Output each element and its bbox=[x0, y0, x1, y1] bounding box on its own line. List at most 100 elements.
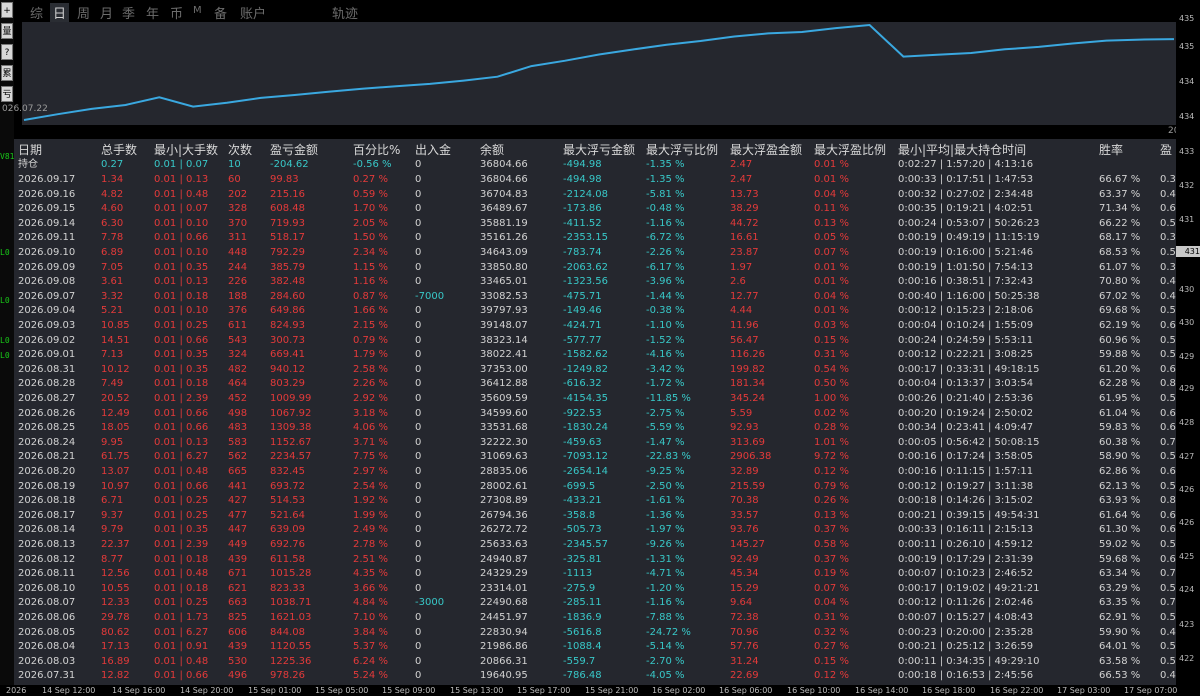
table-cell: 39797.93 bbox=[480, 305, 528, 317]
table-cell: 8.77 bbox=[101, 553, 124, 565]
table-cell: 803.29 bbox=[270, 378, 305, 390]
period-tab[interactable]: 月 bbox=[100, 3, 113, 22]
left-indicator-label: L0 bbox=[0, 248, 10, 257]
table-cell: 671 bbox=[228, 568, 248, 580]
table-header-cell: 日期 bbox=[18, 143, 43, 157]
left-indicator-label: L0 bbox=[0, 351, 10, 360]
left-tool-button[interactable]: ? bbox=[1, 44, 13, 60]
period-tab[interactable]: 综 bbox=[30, 3, 43, 22]
table-row: 2026.08.20 13.07 0.01 | 0.48 665 832.45 2.97 … bbox=[14, 464, 1176, 479]
table-cell: 1.16 % bbox=[353, 276, 388, 288]
left-tool-button[interactable]: 亏 bbox=[1, 86, 13, 102]
table-cell: 62.91 % bbox=[1099, 612, 1141, 623]
table-cell: 9.79 bbox=[101, 524, 124, 536]
table-cell: 0.01 | 0.18 bbox=[154, 290, 209, 302]
price-axis-label: 426 bbox=[1179, 518, 1195, 527]
table-cell: -494.98 bbox=[563, 159, 602, 170]
table-row: 2026.08.27 20.52 0.01 | 2.39 452 1009.99 2.92… bbox=[14, 391, 1176, 406]
table-cell: 2.26 % bbox=[353, 378, 388, 390]
table-cell: -7000 bbox=[415, 290, 445, 302]
price-axis-label: 433 bbox=[1179, 147, 1195, 156]
table-cell: -22.83 % bbox=[646, 451, 691, 463]
table-cell: 44.72 bbox=[730, 217, 759, 229]
table-cell: 0.6 bbox=[1160, 553, 1176, 565]
period-tab[interactable]: 季 bbox=[122, 3, 135, 22]
table-cell: 4.06 % bbox=[353, 422, 388, 434]
table-cell: 608.48 bbox=[270, 203, 305, 215]
table-cell: -4.16 % bbox=[646, 349, 685, 361]
table-row: 2026.09.11 7.78 0.01 | 0.66 311 518.17 1.50 %… bbox=[14, 230, 1176, 245]
table-cell: -358.8 bbox=[563, 509, 596, 521]
left-tool-button[interactable]: + bbox=[1, 2, 13, 18]
table-cell: -5.14 % bbox=[646, 641, 685, 653]
table-cell: 1309.38 bbox=[270, 422, 312, 434]
period-tab[interactable]: M bbox=[193, 5, 202, 16]
period-tab[interactable]: 备 bbox=[214, 3, 227, 22]
period-tab[interactable]: 周 bbox=[77, 3, 90, 22]
table-cell: 9.37 bbox=[101, 509, 124, 521]
table-cell: 0.7 bbox=[1160, 597, 1176, 609]
table-cell: 0.4 bbox=[1160, 670, 1176, 682]
table-cell: 0.5 bbox=[1160, 247, 1176, 258]
left-tool-button[interactable]: 累 bbox=[1, 65, 13, 81]
table-cell: 0 bbox=[415, 276, 422, 288]
table-cell: 0 bbox=[415, 480, 422, 492]
table-cell: 0 bbox=[415, 641, 422, 653]
period-tab[interactable]: 账户 bbox=[240, 3, 266, 22]
table-row: 2026.08.12 8.77 0.01 | 0.18 439 611.58 2.51 %… bbox=[14, 552, 1176, 567]
table-cell: 0:00:33 | 0:16:11 | 2:15:13 bbox=[898, 524, 1034, 536]
table-cell: 0 bbox=[415, 305, 422, 317]
table-cell: 0 bbox=[415, 334, 422, 346]
table-cell: 62.13 % bbox=[1099, 480, 1141, 492]
table-cell: -7093.12 bbox=[563, 451, 608, 463]
table-cell: 0.37 % bbox=[814, 553, 849, 565]
table-cell: 36489.67 bbox=[480, 203, 528, 215]
table-header-cell: 次数 bbox=[228, 143, 253, 157]
table-cell: 0 bbox=[415, 188, 422, 200]
table-cell: 449 bbox=[228, 539, 248, 550]
table-cell: 0.01 | 0.66 bbox=[154, 670, 209, 682]
table-cell: -0.48 % bbox=[646, 203, 685, 215]
period-tab[interactable]: 日 bbox=[50, 3, 70, 22]
table-cell: 2026.09.08 bbox=[18, 276, 76, 288]
table-cell: 2026.09.14 bbox=[18, 217, 76, 229]
table-cell: 0.01 | 0.13 bbox=[154, 276, 209, 288]
table-cell: -24.72 % bbox=[646, 626, 691, 638]
table-row: 2026.08.25 18.05 0.01 | 0.66 483 1309.38 4.06… bbox=[14, 420, 1176, 435]
table-cell: 482 bbox=[228, 363, 248, 375]
table-cell: 63.35 % bbox=[1099, 597, 1141, 609]
table-cell: 66.53 % bbox=[1099, 670, 1141, 682]
table-cell: 61.07 % bbox=[1099, 261, 1141, 273]
period-tab[interactable]: 币 bbox=[170, 3, 183, 22]
table-cell: -275.9 bbox=[563, 582, 596, 594]
table-cell: -1.10 % bbox=[646, 320, 685, 331]
table-cell: -2654.14 bbox=[563, 466, 608, 477]
time-axis-label: 14 Sep 20:00 bbox=[180, 686, 234, 695]
table-cell: 0:00:12 | 0:22:21 | 3:08:25 bbox=[898, 349, 1034, 361]
table-cell: 0 bbox=[415, 349, 422, 361]
table-cell: 4.35 % bbox=[353, 568, 388, 580]
time-axis-label: 16 Sep 10:00 bbox=[787, 686, 841, 695]
left-tool-button[interactable]: 量 bbox=[1, 23, 13, 39]
table-cell: 16.61 bbox=[730, 232, 759, 244]
table-cell: -1.36 % bbox=[646, 509, 685, 521]
table-cell: 56.47 bbox=[730, 334, 759, 346]
table-cell: -5.81 % bbox=[646, 188, 685, 200]
table-cell: 0.3 bbox=[1160, 174, 1176, 185]
table-cell: 0 bbox=[415, 436, 422, 448]
table-header-cell: 出入金 bbox=[415, 143, 452, 157]
table-cell: 0.01 | 0.18 bbox=[154, 378, 209, 390]
period-tab[interactable]: 轨迹 bbox=[332, 3, 358, 22]
table-cell: -2353.15 bbox=[563, 232, 608, 244]
table-cell: 34643.09 bbox=[480, 247, 528, 258]
table-cell: 32.89 bbox=[730, 466, 759, 477]
table-row: 2026.09.16 4.82 0.01 | 0.48 202 215.16 0.59 %… bbox=[14, 187, 1176, 202]
period-tab[interactable]: 年 bbox=[146, 3, 159, 22]
table-cell: 80.62 bbox=[101, 626, 130, 638]
table-cell: 0.01 | 6.27 bbox=[154, 626, 209, 638]
left-indicator-label: V818 bbox=[0, 152, 20, 161]
table-header-cell: 余额 bbox=[480, 143, 505, 157]
table-cell: 0 bbox=[415, 670, 422, 682]
table-cell: 2.58 % bbox=[353, 363, 388, 375]
table-cell: -1323.56 bbox=[563, 276, 608, 288]
